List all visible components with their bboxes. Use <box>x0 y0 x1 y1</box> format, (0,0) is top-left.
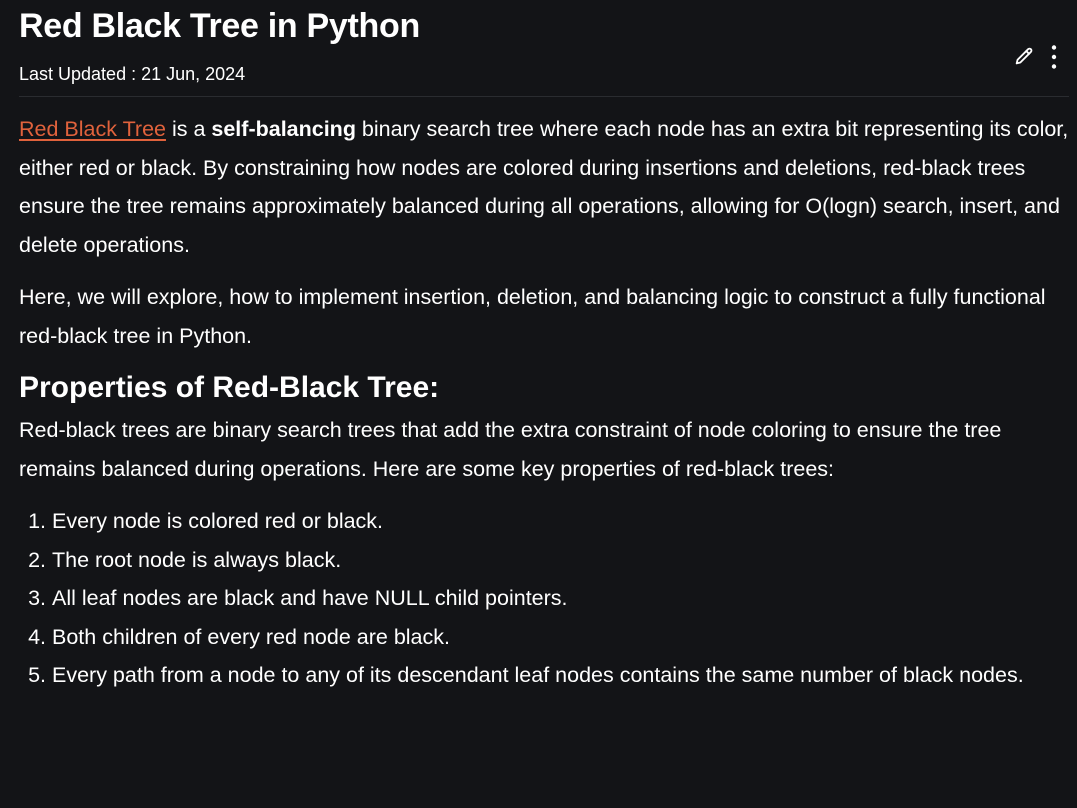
red-black-tree-link[interactable]: Red Black Tree <box>19 117 166 141</box>
list-item: All leaf nodes are black and have NULL c… <box>52 579 1069 618</box>
implementation-paragraph: Here, we will explore, how to implement … <box>19 285 1046 348</box>
article: Red Black Tree in Python Last Updated : … <box>19 0 1069 687</box>
article-actions <box>1013 44 1059 70</box>
pencil-icon[interactable] <box>1013 46 1035 68</box>
list-item: Every path from a node to any of its des… <box>52 656 1069 695</box>
properties-heading: Properties of Red-Black Tree: <box>19 371 440 404</box>
article-body: Red Black Tree is a self-balancing binar… <box>19 110 1069 695</box>
more-vertical-icon[interactable] <box>1049 44 1059 70</box>
list-item: Both children of every red node are blac… <box>52 618 1069 657</box>
list-item: The root node is always black. <box>52 541 1069 580</box>
list-item: Every node is colored red or black. <box>52 502 1069 541</box>
last-updated: Last Updated : 21 Jun, 2024 <box>19 64 246 84</box>
properties-list: Every node is colored red or black. The … <box>19 502 1069 695</box>
article-header: Red Black Tree in Python Last Updated : … <box>19 0 1069 97</box>
intro-bold: self-balancing <box>211 117 356 141</box>
intro-paragraph: Red Black Tree is a self-balancing binar… <box>19 110 1069 264</box>
page-title: Red Black Tree in Python <box>19 7 420 45</box>
intro-text-1: is a <box>165 117 212 141</box>
properties-description: Red-black trees are binary search trees … <box>19 418 1002 481</box>
